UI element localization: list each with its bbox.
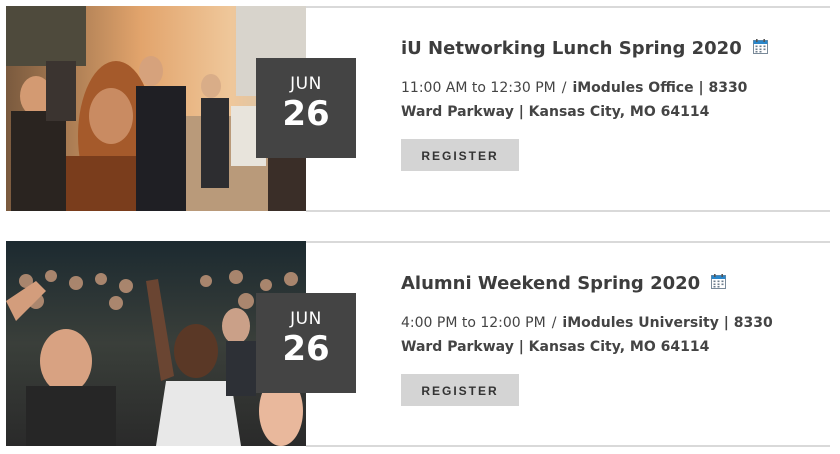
event-location-line2: Ward Parkway | Kansas City, MO 64114	[401, 104, 710, 120]
event-time: 11:00 AM to 12:30 PM	[401, 80, 556, 96]
divider	[306, 445, 830, 447]
event-card: JUN 26 Alumni Weekend Spring 2020 4:00 P…	[0, 241, 830, 447]
date-month: JUN	[290, 309, 322, 329]
event-title[interactable]: Alumni Weekend Spring 2020	[401, 273, 700, 294]
event-details: 4:00 PM to 12:00 PM / iModules University …	[401, 311, 821, 359]
date-month: JUN	[290, 74, 322, 94]
separator: /	[561, 80, 567, 96]
event-list: JUN 26 iU Networking Lunch Spring 2020 1…	[0, 0, 840, 454]
event-details: 11:00 AM to 12:30 PM / iModules Office | 8…	[401, 76, 821, 124]
calendar-icon[interactable]	[711, 274, 727, 293]
register-button[interactable]: REGISTER	[401, 139, 519, 171]
event-card: JUN 26 iU Networking Lunch Spring 2020 1…	[0, 6, 830, 212]
event-location-line2: Ward Parkway | Kansas City, MO 64114	[401, 339, 710, 355]
date-badge: JUN 26	[256, 58, 356, 158]
date-day: 26	[282, 94, 330, 134]
register-button[interactable]: REGISTER	[401, 374, 519, 406]
event-location-line1: iModules Office | 8330	[572, 80, 748, 96]
title-row: Alumni Weekend Spring 2020	[401, 273, 821, 297]
date-badge: JUN 26	[256, 293, 356, 393]
event-info: Alumni Weekend Spring 2020 4:00 PM to 12…	[401, 241, 821, 406]
date-day: 26	[282, 329, 330, 369]
event-info: iU Networking Lunch Spring 2020 11:00 AM…	[401, 6, 821, 171]
separator: /	[551, 315, 557, 331]
event-location-line1: iModules University | 8330	[562, 315, 773, 331]
event-title[interactable]: iU Networking Lunch Spring 2020	[401, 38, 742, 59]
calendar-icon[interactable]	[752, 39, 768, 58]
event-time: 4:00 PM to 12:00 PM	[401, 315, 546, 331]
divider	[306, 210, 830, 212]
title-row: iU Networking Lunch Spring 2020	[401, 38, 821, 62]
